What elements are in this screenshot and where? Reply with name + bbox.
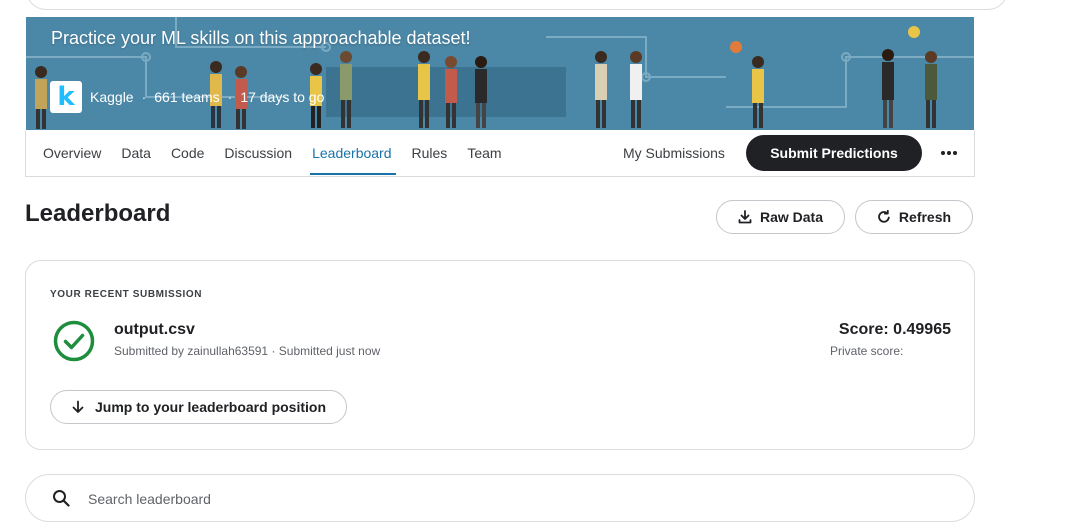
tab-rules[interactable]: Rules bbox=[412, 130, 448, 176]
download-icon bbox=[738, 210, 752, 224]
search-input[interactable] bbox=[86, 485, 950, 513]
submit-predictions-button[interactable]: Submit Predictions bbox=[746, 135, 922, 171]
kaggle-logo-icon: k bbox=[50, 81, 82, 113]
check-circle-icon bbox=[53, 320, 95, 362]
more-horizontal-icon[interactable] bbox=[938, 140, 960, 166]
refresh-button[interactable]: Refresh bbox=[855, 200, 973, 234]
tab-data[interactable]: Data bbox=[121, 130, 151, 176]
raw-data-label: Raw Data bbox=[759, 209, 824, 225]
top-search-bar[interactable] bbox=[26, 0, 1008, 10]
competition-subtitle: Practice your ML skills on this approach… bbox=[51, 28, 471, 48]
private-score: Private score: bbox=[830, 344, 904, 358]
leaderboard-search[interactable] bbox=[25, 474, 975, 522]
recent-submission-label: YOUR RECENT SUBMISSION bbox=[50, 289, 203, 300]
tab-overview[interactable]: Overview bbox=[43, 130, 101, 176]
recent-submission-card: YOUR RECENT SUBMISSION output.csv Submit… bbox=[25, 260, 975, 450]
host-name: Kaggle bbox=[90, 89, 134, 105]
refresh-label: Refresh bbox=[898, 209, 952, 225]
tab-code[interactable]: Code bbox=[171, 130, 204, 176]
meta-separator: · bbox=[141, 89, 147, 105]
tab-list: Overview Data Code Discussion Leaderboar… bbox=[43, 130, 522, 176]
jump-to-position-button[interactable]: Jump to your leaderboard position bbox=[50, 390, 347, 424]
tab-leaderboard[interactable]: Leaderboard bbox=[310, 130, 396, 176]
competition-banner: Practice your ML skills on this approach… bbox=[26, 17, 974, 130]
raw-data-button[interactable]: Raw Data bbox=[716, 200, 845, 234]
competition-nav: Overview Data Code Discussion Leaderboar… bbox=[25, 130, 975, 177]
my-submissions-link[interactable]: My Submissions bbox=[623, 130, 725, 176]
teams-count: 661 teams bbox=[154, 89, 220, 105]
refresh-icon bbox=[878, 210, 890, 223]
public-score: Score: 0.49965 bbox=[838, 321, 951, 338]
arrow-down-icon bbox=[72, 400, 84, 413]
submission-info: Submitted by zainullah63591 · Submitted … bbox=[114, 344, 381, 358]
deadline: 17 days to go bbox=[240, 89, 325, 105]
search-icon bbox=[53, 490, 70, 507]
tab-discussion[interactable]: Discussion bbox=[224, 130, 292, 176]
competition-meta: k Kaggle · 661 teams · 17 days to go bbox=[50, 80, 324, 114]
meta-separator: · bbox=[227, 89, 233, 105]
submission-file-name: output.csv bbox=[114, 321, 195, 338]
jump-label: Jump to your leaderboard position bbox=[94, 399, 327, 415]
tab-team[interactable]: Team bbox=[467, 130, 501, 176]
page-title: Leaderboard bbox=[25, 200, 171, 227]
